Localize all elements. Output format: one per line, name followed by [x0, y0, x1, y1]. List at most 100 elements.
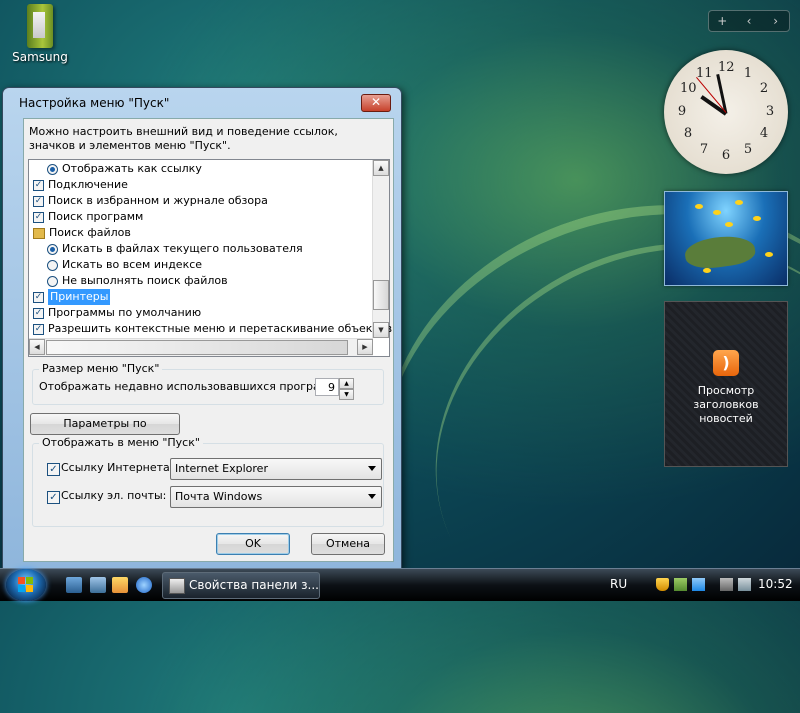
- feed-headlines-gadget[interactable]: ) Просмотр заголовков новостей: [664, 301, 788, 467]
- feed-title: Просмотр заголовков новостей: [693, 384, 759, 425]
- add-gadget-button[interactable]: +: [709, 14, 736, 28]
- scroll-left-button[interactable]: ◀: [29, 339, 45, 355]
- tree-item[interactable]: ✓ Поиск программ: [33, 209, 143, 225]
- checkbox[interactable]: ✓: [33, 211, 44, 223]
- clock-number: 9: [677, 104, 687, 119]
- windows-logo-icon: [18, 577, 34, 593]
- sidebar-controls: + ‹ ›: [708, 10, 790, 32]
- folder-icon: [33, 227, 45, 239]
- internet-link-label: Ссылку Интернета:: [61, 461, 174, 474]
- desktop-icon-label: Samsung: [12, 50, 68, 64]
- taskbar-window-button[interactable]: Свойства панели з...: [162, 572, 320, 599]
- size-group: Размер меню "Пуск" Отображать недавно ис…: [32, 362, 384, 405]
- show-desktop-icon[interactable]: [66, 577, 82, 593]
- dialog-title: Настройка меню "Пуск": [19, 96, 170, 110]
- close-button[interactable]: ✕: [361, 94, 391, 112]
- checkbox[interactable]: ✓: [33, 179, 44, 191]
- rss-icon: ): [713, 350, 739, 376]
- tree-item[interactable]: Не выполнять поиск файлов: [47, 273, 228, 289]
- internet-link-checkbox[interactable]: ✓: [47, 463, 60, 476]
- dialog-titlebar[interactable]: Настройка меню "Пуск" ✕: [3, 88, 401, 116]
- recent-programs-label: Отображать недавно использовавшихся прог…: [39, 380, 341, 393]
- tree-item[interactable]: ✓ Программы по умолчанию: [33, 305, 201, 321]
- scroll-down-button[interactable]: ▼: [373, 322, 389, 338]
- start-button[interactable]: [6, 569, 46, 601]
- clock-number: 5: [743, 142, 753, 157]
- email-link-select[interactable]: Почта Windows: [170, 486, 382, 508]
- show-group: Отображать в меню "Пуск" ✓ Ссылку Интерн…: [32, 436, 384, 527]
- spin-up-button[interactable]: ▲: [339, 378, 354, 389]
- checkbox[interactable]: ✓: [33, 195, 44, 207]
- hscroll-thumb[interactable]: [46, 340, 348, 355]
- tree-item[interactable]: Искать во всем индексе: [47, 257, 202, 273]
- size-group-title: Размер меню "Пуск": [39, 362, 163, 375]
- recent-programs-value[interactable]: 9: [315, 378, 339, 396]
- tree-item-label: Поиск программ: [48, 210, 144, 223]
- cancel-button[interactable]: Отмена: [311, 533, 385, 555]
- fish-image: [703, 268, 711, 273]
- fish-image: [753, 216, 761, 221]
- recent-programs-spinner[interactable]: 9 ▲ ▼: [315, 378, 355, 400]
- checkbox[interactable]: ✓: [33, 307, 44, 319]
- tree-item-label: Программы по умолчанию: [48, 306, 202, 319]
- clock-time[interactable]: 10:52: [758, 577, 793, 591]
- checkbox[interactable]: ✓: [33, 323, 44, 335]
- options-tree[interactable]: Отображать как ссылку ✓ Подключение ✓ Поиск …: [28, 159, 392, 357]
- close-icon: ✕: [370, 95, 382, 109]
- language-indicator[interactable]: RU: [610, 577, 627, 591]
- ok-button[interactable]: OK: [216, 533, 290, 555]
- spin-down-button[interactable]: ▼: [339, 389, 354, 400]
- clock-number: 3: [765, 104, 775, 119]
- radio-button[interactable]: [47, 243, 58, 255]
- tree-item-label: Поиск файлов: [49, 226, 131, 239]
- tree-item-label: Искать во всем индексе: [62, 258, 203, 271]
- radio-button[interactable]: [47, 275, 58, 287]
- desktop-icon-samsung[interactable]: Samsung: [8, 4, 72, 64]
- tree-item[interactable]: ✓ Подключение: [33, 177, 128, 193]
- chevron-down-icon: [368, 466, 376, 471]
- horizontal-scrollbar[interactable]: ◀ ▶: [29, 338, 373, 356]
- dialog-description: Можно настроить внешний вид и поведение …: [29, 125, 338, 152]
- tree-item[interactable]: ✓ Принтеры: [33, 289, 111, 305]
- tree-item[interactable]: Поиск файлов: [33, 225, 131, 241]
- fish-image: [765, 252, 773, 257]
- slideshow-gadget[interactable]: [664, 191, 788, 286]
- next-page-button[interactable]: ›: [762, 14, 789, 28]
- media-player-icon[interactable]: [112, 577, 128, 593]
- spinner-buttons: ▲ ▼: [339, 378, 354, 400]
- tray-app-icon[interactable]: [674, 578, 687, 591]
- email-link-value: Почта Windows: [175, 490, 263, 503]
- security-shield-icon[interactable]: [656, 578, 669, 591]
- checkbox[interactable]: ✓: [33, 291, 44, 303]
- clock-gadget[interactable]: 12 1 2 3 4 5 6 7 8 9 10 11: [664, 50, 788, 174]
- clock-number: 1: [743, 66, 753, 81]
- tree-item-label: Отображать как ссылку: [62, 162, 202, 175]
- tree-item[interactable]: ✓ Поиск в избранном и журнале обзора: [33, 193, 268, 209]
- tree-item[interactable]: Искать в файлах текущего пользователя: [47, 241, 303, 257]
- radio-button[interactable]: [47, 163, 58, 175]
- fish-image: [735, 200, 743, 205]
- internet-link-select[interactable]: Internet Explorer: [170, 458, 382, 480]
- radio-button[interactable]: [47, 259, 58, 271]
- scroll-up-button[interactable]: ▲: [373, 160, 389, 176]
- switch-windows-icon[interactable]: [90, 577, 106, 593]
- prev-page-button[interactable]: ‹: [736, 14, 763, 28]
- taskbar: Свойства панели з... RU 10:52: [0, 568, 800, 601]
- tree-item-label: Искать в файлах текущего пользователя: [62, 242, 303, 255]
- fish-image: [713, 210, 721, 215]
- volume-icon[interactable]: [720, 578, 733, 591]
- vertical-scrollbar[interactable]: ▲ ▼: [372, 160, 389, 338]
- network-icon[interactable]: [692, 578, 705, 591]
- internet-explorer-icon[interactable]: [136, 577, 152, 593]
- power-icon[interactable]: [738, 578, 751, 591]
- defaults-button[interactable]: Параметры по умолчанию: [30, 413, 180, 450]
- scroll-right-button[interactable]: ▶: [357, 339, 373, 355]
- tree-item[interactable]: Отображать как ссылку: [47, 161, 202, 177]
- scroll-thumb[interactable]: [373, 280, 389, 310]
- tree-item-label: Поиск в избранном и журнале обзора: [48, 194, 268, 207]
- tree-item-label: Подключение: [48, 178, 128, 191]
- email-link-checkbox[interactable]: ✓: [47, 491, 60, 504]
- fish-image: [725, 222, 733, 227]
- clock-number: 2: [759, 81, 769, 96]
- tree-item[interactable]: ✓ Разрешить контекстные меню и перетаскив…: [33, 321, 392, 337]
